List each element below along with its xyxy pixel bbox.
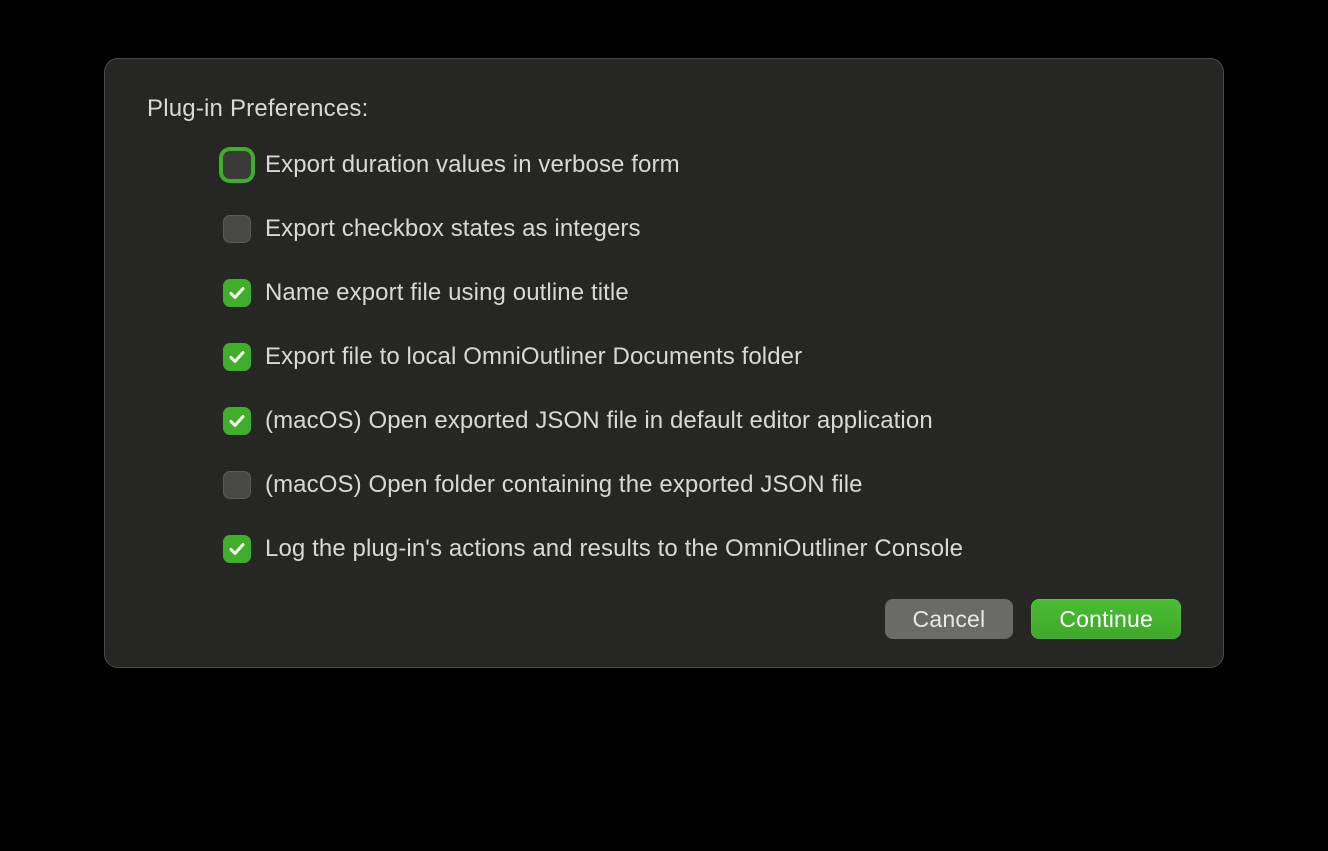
options-list: Export duration values in verbose form E… bbox=[147, 151, 1181, 563]
checkbox-export-checkbox-integers[interactable] bbox=[223, 215, 251, 243]
option-open-containing-folder: (macOS) Open folder containing the expor… bbox=[223, 471, 1181, 499]
checkmark-icon bbox=[228, 540, 246, 558]
option-label: (macOS) Open exported JSON file in defau… bbox=[265, 407, 933, 435]
option-label: Export checkbox states as integers bbox=[265, 215, 641, 243]
checkbox-log-actions-console[interactable] bbox=[223, 535, 251, 563]
dialog-buttons: Cancel Continue bbox=[147, 599, 1181, 639]
checkbox-export-local-folder[interactable] bbox=[223, 343, 251, 371]
checkbox-open-containing-folder[interactable] bbox=[223, 471, 251, 499]
option-label: Log the plug-in's actions and results to… bbox=[265, 535, 963, 563]
checkbox-name-file-outline-title[interactable] bbox=[223, 279, 251, 307]
option-label: (macOS) Open folder containing the expor… bbox=[265, 471, 863, 499]
checkmark-icon bbox=[228, 412, 246, 430]
checkbox-export-duration-verbose[interactable] bbox=[223, 151, 251, 179]
dialog-title: Plug-in Preferences: bbox=[147, 95, 1181, 123]
option-export-local-folder: Export file to local OmniOutliner Docume… bbox=[223, 343, 1181, 371]
preferences-dialog: Plug-in Preferences: Export duration val… bbox=[104, 58, 1224, 668]
checkbox-open-json-default-editor[interactable] bbox=[223, 407, 251, 435]
option-export-checkbox-integers: Export checkbox states as integers bbox=[223, 215, 1181, 243]
option-label: Export duration values in verbose form bbox=[265, 151, 680, 179]
checkmark-icon bbox=[228, 284, 246, 302]
option-name-file-outline-title: Name export file using outline title bbox=[223, 279, 1181, 307]
option-open-json-default-editor: (macOS) Open exported JSON file in defau… bbox=[223, 407, 1181, 435]
option-log-actions-console: Log the plug-in's actions and results to… bbox=[223, 535, 1181, 563]
option-label: Export file to local OmniOutliner Docume… bbox=[265, 343, 802, 371]
cancel-button[interactable]: Cancel bbox=[885, 599, 1014, 639]
continue-button[interactable]: Continue bbox=[1031, 599, 1181, 639]
checkmark-icon bbox=[228, 348, 246, 366]
option-export-duration-verbose: Export duration values in verbose form bbox=[223, 151, 1181, 179]
option-label: Name export file using outline title bbox=[265, 279, 629, 307]
